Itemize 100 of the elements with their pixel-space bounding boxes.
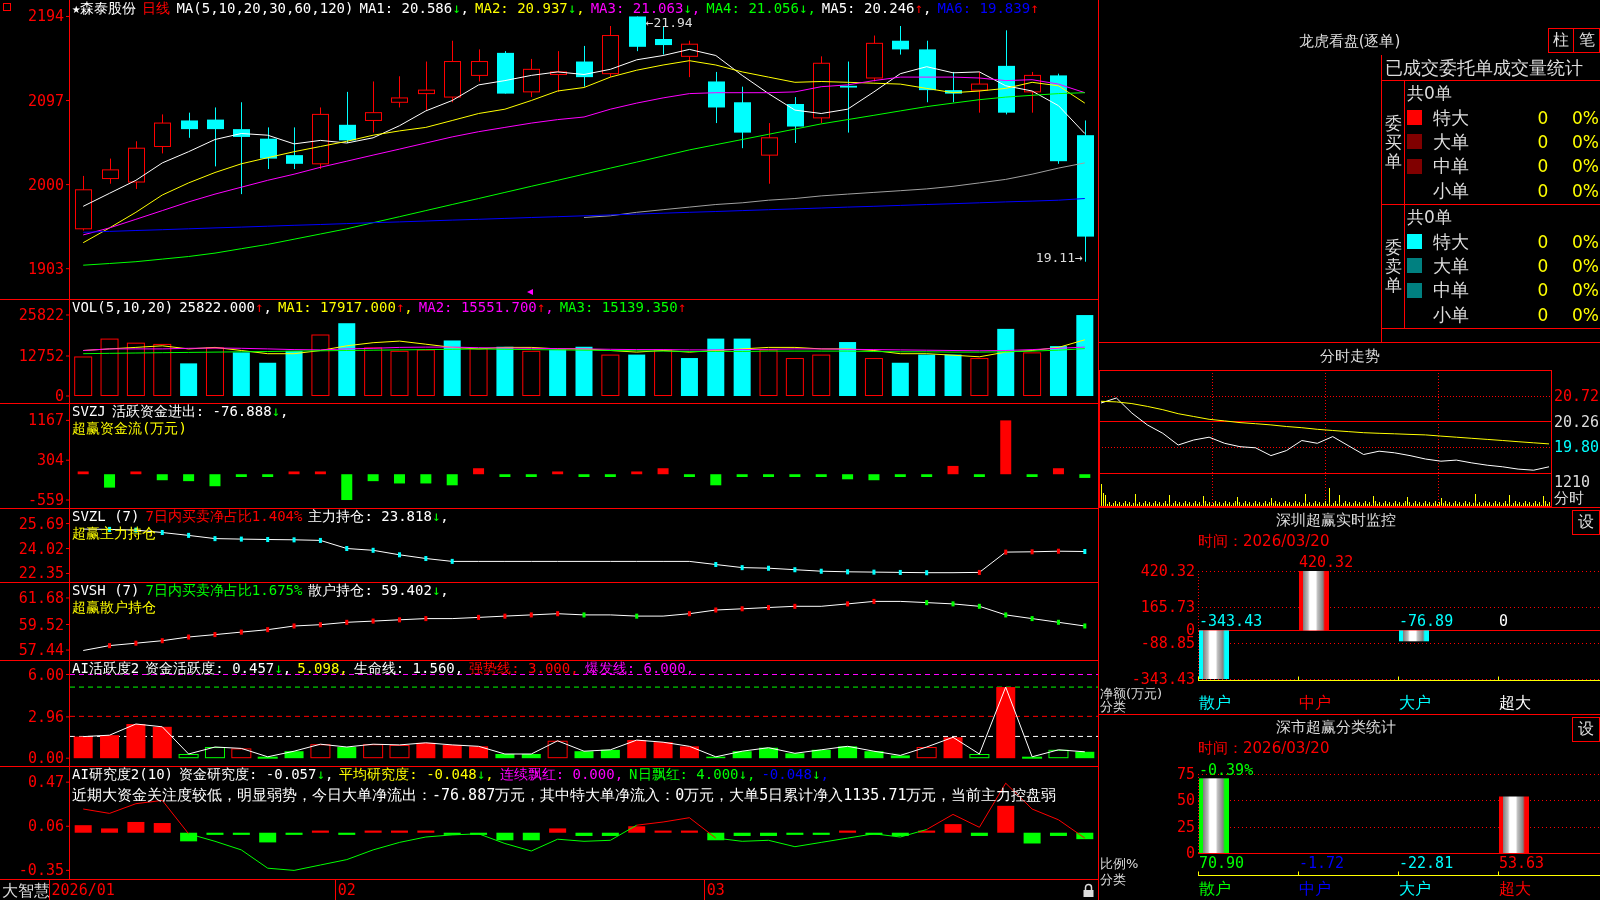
legend-item: AI活跃度2 <box>72 660 140 677</box>
order-percent: 0% <box>1571 156 1600 177</box>
legend-item: VOL(5,10,20) <box>72 299 174 316</box>
price-annotation: ←21.94 <box>645 14 693 30</box>
candle <box>813 55 830 124</box>
candle <box>286 126 303 170</box>
legend-item: 活跃资金进出: -76.888↓, <box>111 403 289 420</box>
candle <box>418 61 435 111</box>
legend-item: AI研究度2(10) <box>72 766 173 783</box>
axis-title: 净额(万元) <box>1100 685 1163 701</box>
order-count: 0 <box>1536 304 1550 325</box>
axis-label: 25 <box>1176 817 1195 836</box>
value-label: 70.90 <box>1199 854 1245 872</box>
candle <box>734 86 751 149</box>
value-label: 53.63 <box>1499 854 1545 872</box>
date-label: 02 <box>337 881 356 899</box>
candle <box>523 58 540 98</box>
chart-annotation: -0.39% <box>1199 761 1254 780</box>
order-count: 0 <box>1536 131 1550 152</box>
axis-label: 22.35 <box>18 564 64 582</box>
candle <box>1024 71 1041 114</box>
candle <box>471 48 488 82</box>
legend-item: 5.098, <box>297 660 348 677</box>
axis-label: 0.47 <box>27 773 64 792</box>
chart-toggle-button[interactable]: 笔 <box>1574 28 1600 53</box>
panel-title: 龙虎看盘(逐单) <box>1298 31 1401 51</box>
order-total: 共0单 <box>1407 82 1452 105</box>
candle <box>945 71 962 103</box>
legend-item: MA6: 19.839↑ <box>937 0 1039 17</box>
legend-item: 连续飘红: 0.000, <box>499 766 624 783</box>
order-type-label: 大单 <box>1433 129 1469 154</box>
category-label: 中户 <box>1299 692 1331 712</box>
candle <box>207 106 224 167</box>
triangle-icon <box>527 289 533 295</box>
order-count: 0 <box>1536 231 1550 252</box>
category-label: 中户 <box>1299 878 1331 898</box>
legend-item: 7日内买卖净占比1.675% <box>145 582 303 599</box>
date-label: 2026/01 <box>51 881 115 899</box>
settings-button[interactable]: 设 <box>1572 510 1600 535</box>
value-label: -76.89 <box>1399 612 1454 631</box>
candle <box>629 15 646 52</box>
axis-label: 1167 <box>27 411 64 430</box>
axis-label: 165.73 <box>1140 598 1195 616</box>
axis-label: 2000 <box>27 175 64 194</box>
axis-label: -0.35 <box>18 861 64 880</box>
panel-title: 深市超赢分类统计 <box>1275 717 1396 737</box>
category-label: 散户 <box>1199 878 1231 898</box>
date-label: 03 <box>706 881 725 899</box>
order-type-label: 小单 <box>1433 302 1469 327</box>
order-percent: 0% <box>1571 131 1600 152</box>
brand-label: 大智慧 <box>2 880 50 900</box>
axis-label: 0 <box>54 387 64 403</box>
legend-item: MA1: 20.586↓, <box>359 0 470 17</box>
candle <box>260 126 277 170</box>
order-percent: 0% <box>1571 180 1600 201</box>
side-label: 委卖单 <box>1384 238 1402 295</box>
candle <box>102 158 119 185</box>
axis-label: 57.44 <box>18 641 64 660</box>
axis-label: 2194 <box>27 7 64 26</box>
axis-label: 420.32 <box>1140 562 1195 580</box>
order-count: 0 <box>1536 156 1550 177</box>
candle <box>391 75 408 108</box>
order-total: 共0单 <box>1407 206 1452 229</box>
candle <box>128 140 145 190</box>
candle <box>681 40 698 78</box>
legend-item: MA3: 21.063↓, <box>590 0 701 17</box>
legend-item: SVZL (7) <box>72 508 140 525</box>
price-annotation: 19.11→ <box>1035 250 1083 266</box>
candle <box>761 122 778 185</box>
order-type-label: 中单 <box>1433 278 1469 303</box>
legend-item: 生命线: 1.560, <box>353 660 464 677</box>
candle <box>550 50 567 93</box>
indicator-caption: 超赢资金流(万元) <box>72 420 187 437</box>
order-percent: 0% <box>1571 255 1600 276</box>
candle <box>365 80 382 134</box>
value-label: 420.32 <box>1299 553 1354 571</box>
legend-item: MA2: 20.937↓, <box>475 0 585 17</box>
legend-item: MA1: 17917.000↑, <box>277 299 413 316</box>
order-percent: 0% <box>1571 231 1600 252</box>
legend-item: 资金研究度: -0.057↓, <box>179 766 334 783</box>
legend-item: 资金活跃度: 0.457↓, <box>145 660 292 677</box>
value-label: -343.43 <box>1199 612 1263 631</box>
candle <box>312 106 329 170</box>
axis-label: 12752 <box>18 347 64 365</box>
axis-title: 分类 <box>1100 699 1126 714</box>
axis-label: 2.96 <box>27 707 64 726</box>
lock-icon <box>1083 883 1094 897</box>
axis-label: 25822 <box>18 306 64 324</box>
candle <box>75 175 92 232</box>
candle <box>602 25 619 78</box>
order-type-label: 特大 <box>1433 229 1469 254</box>
axis-label: 0.06 <box>27 817 64 836</box>
chart-toggle-button[interactable]: 柱 <box>1548 28 1574 53</box>
category-label: 散户 <box>1199 692 1231 712</box>
settings-button[interactable]: 设 <box>1572 717 1600 742</box>
axis-label: 20.26 <box>1554 412 1600 431</box>
order-count: 0 <box>1536 280 1550 301</box>
legend-item: -0.048↓, <box>761 766 829 783</box>
order-type-label: 大单 <box>1433 253 1469 278</box>
axis-label: 1210 <box>1554 473 1591 491</box>
